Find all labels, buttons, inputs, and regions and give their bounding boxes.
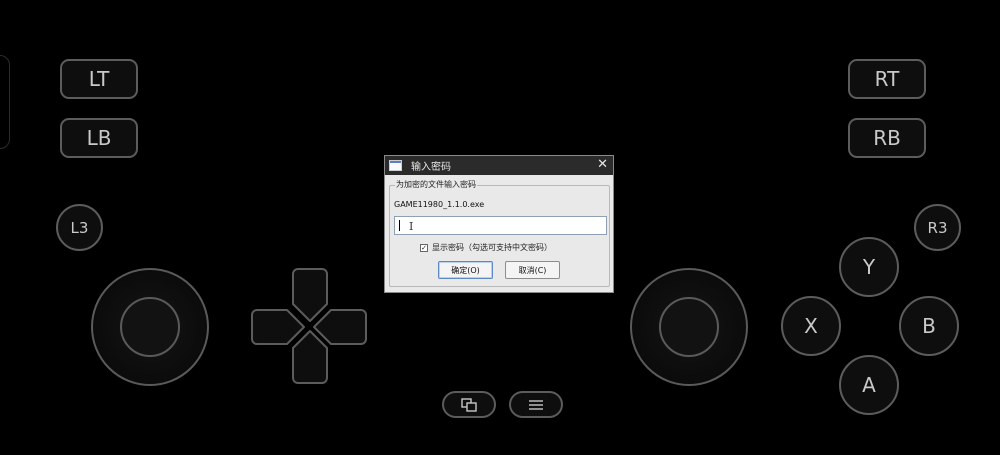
rb-button[interactable]: RB (848, 118, 926, 158)
password-group: 为加密的文件输入密码 GAME11980_1.1.0.exe I ✓ 显示密码（… (389, 179, 610, 287)
lt-button[interactable]: LT (60, 59, 138, 99)
left-joystick[interactable] (91, 268, 209, 386)
ibeam-cursor-icon: I (409, 220, 414, 233)
menu-button[interactable] (509, 391, 563, 418)
show-password-label[interactable]: 显示密码（勾选可支持中文密码） (432, 242, 552, 253)
left-joystick-knob[interactable] (120, 297, 180, 357)
rt-button[interactable]: RT (848, 59, 926, 99)
l3-button[interactable]: L3 (56, 204, 103, 251)
show-password-option[interactable]: ✓ 显示密码（勾选可支持中文密码） (420, 242, 552, 253)
y-button[interactable]: Y (839, 237, 899, 297)
right-joystick[interactable] (630, 268, 748, 386)
window-icon (389, 160, 402, 171)
dpad[interactable] (250, 267, 368, 385)
password-dialog: 输入密码 ✕ 为加密的文件输入密码 GAME11980_1.1.0.exe I … (384, 155, 614, 293)
ok-button[interactable]: 确定(O) (438, 261, 493, 279)
right-joystick-knob[interactable] (659, 297, 719, 357)
dpad-down[interactable] (292, 330, 328, 384)
cancel-button[interactable]: 取消(C) (505, 261, 560, 279)
view-windows-icon (461, 397, 477, 412)
b-button[interactable]: B (899, 296, 959, 356)
show-password-checkbox[interactable]: ✓ (420, 243, 428, 252)
a-button[interactable]: A (839, 355, 899, 415)
r3-button[interactable]: R3 (914, 204, 961, 251)
dpad-left[interactable] (251, 309, 305, 345)
dpad-up[interactable] (292, 268, 328, 322)
lb-button[interactable]: LB (60, 118, 138, 158)
dialog-title: 输入密码 (411, 162, 451, 173)
group-label: 为加密的文件输入密码 (395, 179, 477, 190)
text-caret (399, 220, 400, 231)
close-icon[interactable]: ✕ (597, 157, 608, 172)
dialog-titlebar: 输入密码 ✕ (385, 156, 613, 175)
dpad-right[interactable] (313, 309, 367, 345)
file-name: GAME11980_1.1.0.exe (394, 200, 485, 209)
hamburger-menu-icon (529, 399, 543, 410)
view-button[interactable] (442, 391, 496, 418)
x-button[interactable]: X (781, 296, 841, 356)
side-edge-handle (0, 55, 10, 149)
password-input[interactable] (394, 216, 607, 235)
